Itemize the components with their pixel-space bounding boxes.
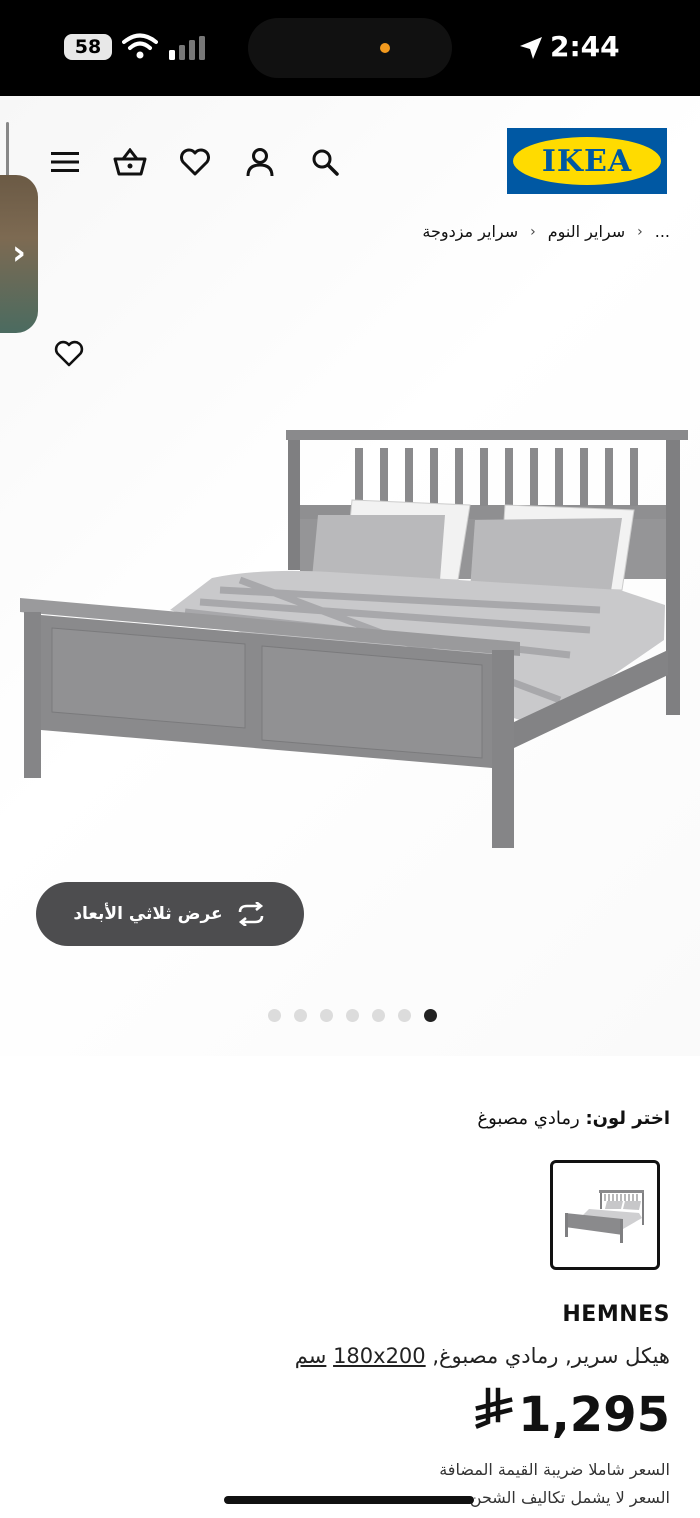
ikea-logo-oval: IKEA [513, 137, 661, 185]
account-user-icon[interactable] [242, 144, 278, 180]
edge-handle [6, 122, 9, 178]
product-type: هيكل سرير, رمادي مصبوغ, [432, 1344, 670, 1368]
pagination-dot[interactable] [268, 1009, 281, 1022]
pagination-dot[interactable] [398, 1009, 411, 1022]
favorites-heart-icon[interactable] [177, 144, 213, 180]
pagination-dot[interactable] [294, 1009, 307, 1022]
pagination-dot[interactable] [372, 1009, 385, 1022]
dynamic-island [248, 18, 452, 78]
clock: 2:44 [550, 30, 620, 63]
shipping-note: السعر لا يشمل تكاليف الشحن [469, 1488, 670, 1507]
battery-level: 58 [74, 36, 102, 58]
product-size-link[interactable]: 180x200 [333, 1344, 426, 1368]
breadcrumb-bedroom-beds[interactable]: سراير النوم [548, 222, 625, 241]
privacy-indicator [380, 43, 390, 53]
cellular-signal-icon [169, 36, 205, 60]
save-to-favorites-heart-icon[interactable] [54, 340, 84, 372]
wifi-icon [122, 33, 158, 59]
rotate-3d-icon [238, 902, 263, 926]
product-name: HEMNES [562, 1302, 670, 1327]
breadcrumb-chevron-icon: ‹ [530, 223, 536, 240]
breadcrumb-chevron-icon: ‹ [637, 223, 643, 240]
bed-thumbnail [565, 1190, 644, 1243]
product-size-unit[interactable]: سم [295, 1344, 327, 1368]
shopping-basket-icon[interactable] [112, 144, 148, 180]
color-label: اختر لون: [585, 1108, 670, 1129]
breadcrumb-double-beds[interactable]: سراير مزدوجة [422, 222, 518, 241]
menu-icon[interactable] [47, 144, 83, 180]
ikea-logo-text: IKEA [541, 143, 633, 179]
riyal-currency-icon [474, 1386, 514, 1448]
home-indicator[interactable] [224, 1496, 474, 1504]
price-amount: 1,295 [518, 1387, 670, 1443]
battery-indicator: 58 [64, 34, 112, 60]
pagination-dot[interactable] [320, 1009, 333, 1022]
breadcrumb: ... ‹ سراير النوم ‹ سراير مزدوجة [422, 222, 670, 241]
vat-note: السعر شاملا ضريبة القيمة المضافة [439, 1460, 670, 1479]
view-3d-label: عرض ثلاثي الأبعاد [73, 904, 223, 924]
pagination-dot[interactable] [346, 1009, 359, 1022]
color-selector-label: اختر لون: رمادي مصبوغ [477, 1108, 670, 1129]
color-swatch-gray-stained[interactable] [550, 1160, 660, 1270]
breadcrumb-ellipsis[interactable]: ... [655, 222, 670, 241]
ikea-logo[interactable]: IKEA [507, 128, 667, 194]
search-icon[interactable] [307, 144, 343, 180]
view-3d-button[interactable]: عرض ثلاثي الأبعاد [36, 882, 304, 946]
side-panel-tab[interactable]: › [0, 175, 38, 333]
status-bar: 58 2:44 [0, 0, 700, 96]
color-value: رمادي مصبوغ [477, 1108, 580, 1129]
product-description: هيكل سرير, رمادي مصبوغ, 180x200 سم [295, 1344, 670, 1368]
pagination-dot-active[interactable] [424, 1009, 437, 1022]
location-arrow-icon [520, 37, 542, 59]
product-price: 1,295 [474, 1386, 670, 1448]
gallery-pagination [268, 1009, 437, 1022]
chevron-right-icon: › [12, 233, 27, 273]
